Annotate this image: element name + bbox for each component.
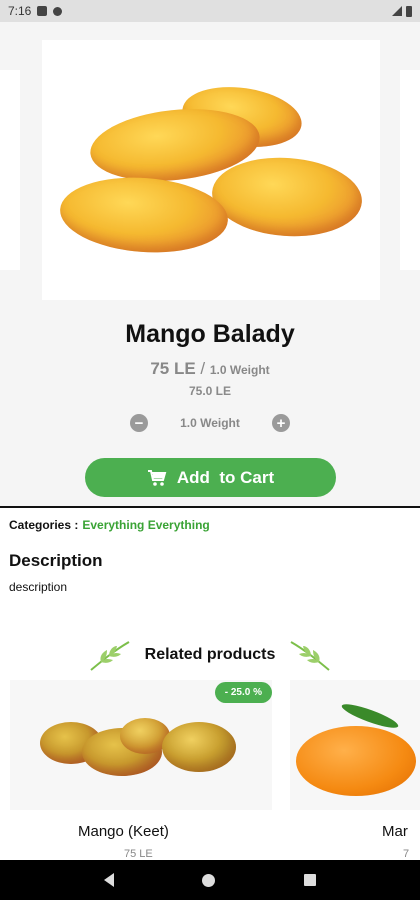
quantity-value: 1.0 Weight xyxy=(180,416,240,430)
minus-icon[interactable]: − xyxy=(130,414,148,432)
category-link[interactable]: Everything Everything xyxy=(82,518,209,532)
add-to-cart-button[interactable]: Add to Cart xyxy=(85,458,336,497)
leaf-icon xyxy=(290,641,330,671)
notification-icon xyxy=(53,6,63,16)
status-bar: 7:16 xyxy=(0,0,420,22)
carousel-prev-image[interactable] xyxy=(0,70,20,270)
discount-badge: - 25.0 % xyxy=(214,682,272,703)
product-unit: 1.0 Weight xyxy=(209,363,270,377)
youtube-icon xyxy=(37,6,48,16)
product-price: 75 LE xyxy=(150,359,196,378)
recents-icon[interactable] xyxy=(303,874,316,886)
mango-shape xyxy=(57,172,231,258)
subtotal-price: 75.0 LE xyxy=(188,384,232,398)
related-product-name[interactable]: Mango (Keet) xyxy=(78,823,169,840)
related-product-price: 75 LE xyxy=(124,848,153,860)
carousel-next-image[interactable] xyxy=(400,70,420,270)
add-to-cart-label: Add to Cart xyxy=(176,467,275,487)
price-line: 75 LE / 1.0 Weight xyxy=(0,359,420,379)
related-products-header: Related products xyxy=(0,638,420,672)
battery-icon xyxy=(406,5,412,17)
signal-icon xyxy=(392,6,402,16)
categories-label: Categories : xyxy=(9,518,79,532)
product-info: Categories : Everything Everything Descri… xyxy=(0,508,420,860)
mango-shape xyxy=(162,722,236,772)
orange-shape xyxy=(296,726,416,796)
home-icon[interactable] xyxy=(202,873,216,887)
product-title: Mango Balady xyxy=(125,320,295,348)
related-products-title: Related products xyxy=(144,646,276,663)
plus-icon[interactable]: + xyxy=(272,414,290,432)
system-nav-bar xyxy=(0,860,420,900)
product-image[interactable] xyxy=(42,40,380,300)
quantity-stepper: − 1.0 Weight + xyxy=(0,414,420,432)
cart-icon xyxy=(147,469,167,486)
related-product-card[interactable] xyxy=(290,680,420,810)
description-title: Description xyxy=(9,551,103,570)
price-separator: / xyxy=(195,359,210,378)
related-product-name[interactable]: Mar xyxy=(382,823,408,840)
categories-row: Categories : Everything Everything xyxy=(9,518,210,532)
product-detail: Mango Balady 75 LE / 1.0 Weight 75.0 LE … xyxy=(0,22,420,506)
mango-shape xyxy=(209,152,365,242)
related-product-card[interactable]: - 25.0 % xyxy=(10,680,272,810)
related-product-price: 7 xyxy=(403,848,410,860)
description-text: description xyxy=(9,580,68,594)
status-time: 7:16 xyxy=(8,4,32,18)
back-icon[interactable] xyxy=(104,873,115,887)
leaf-icon xyxy=(90,641,130,671)
